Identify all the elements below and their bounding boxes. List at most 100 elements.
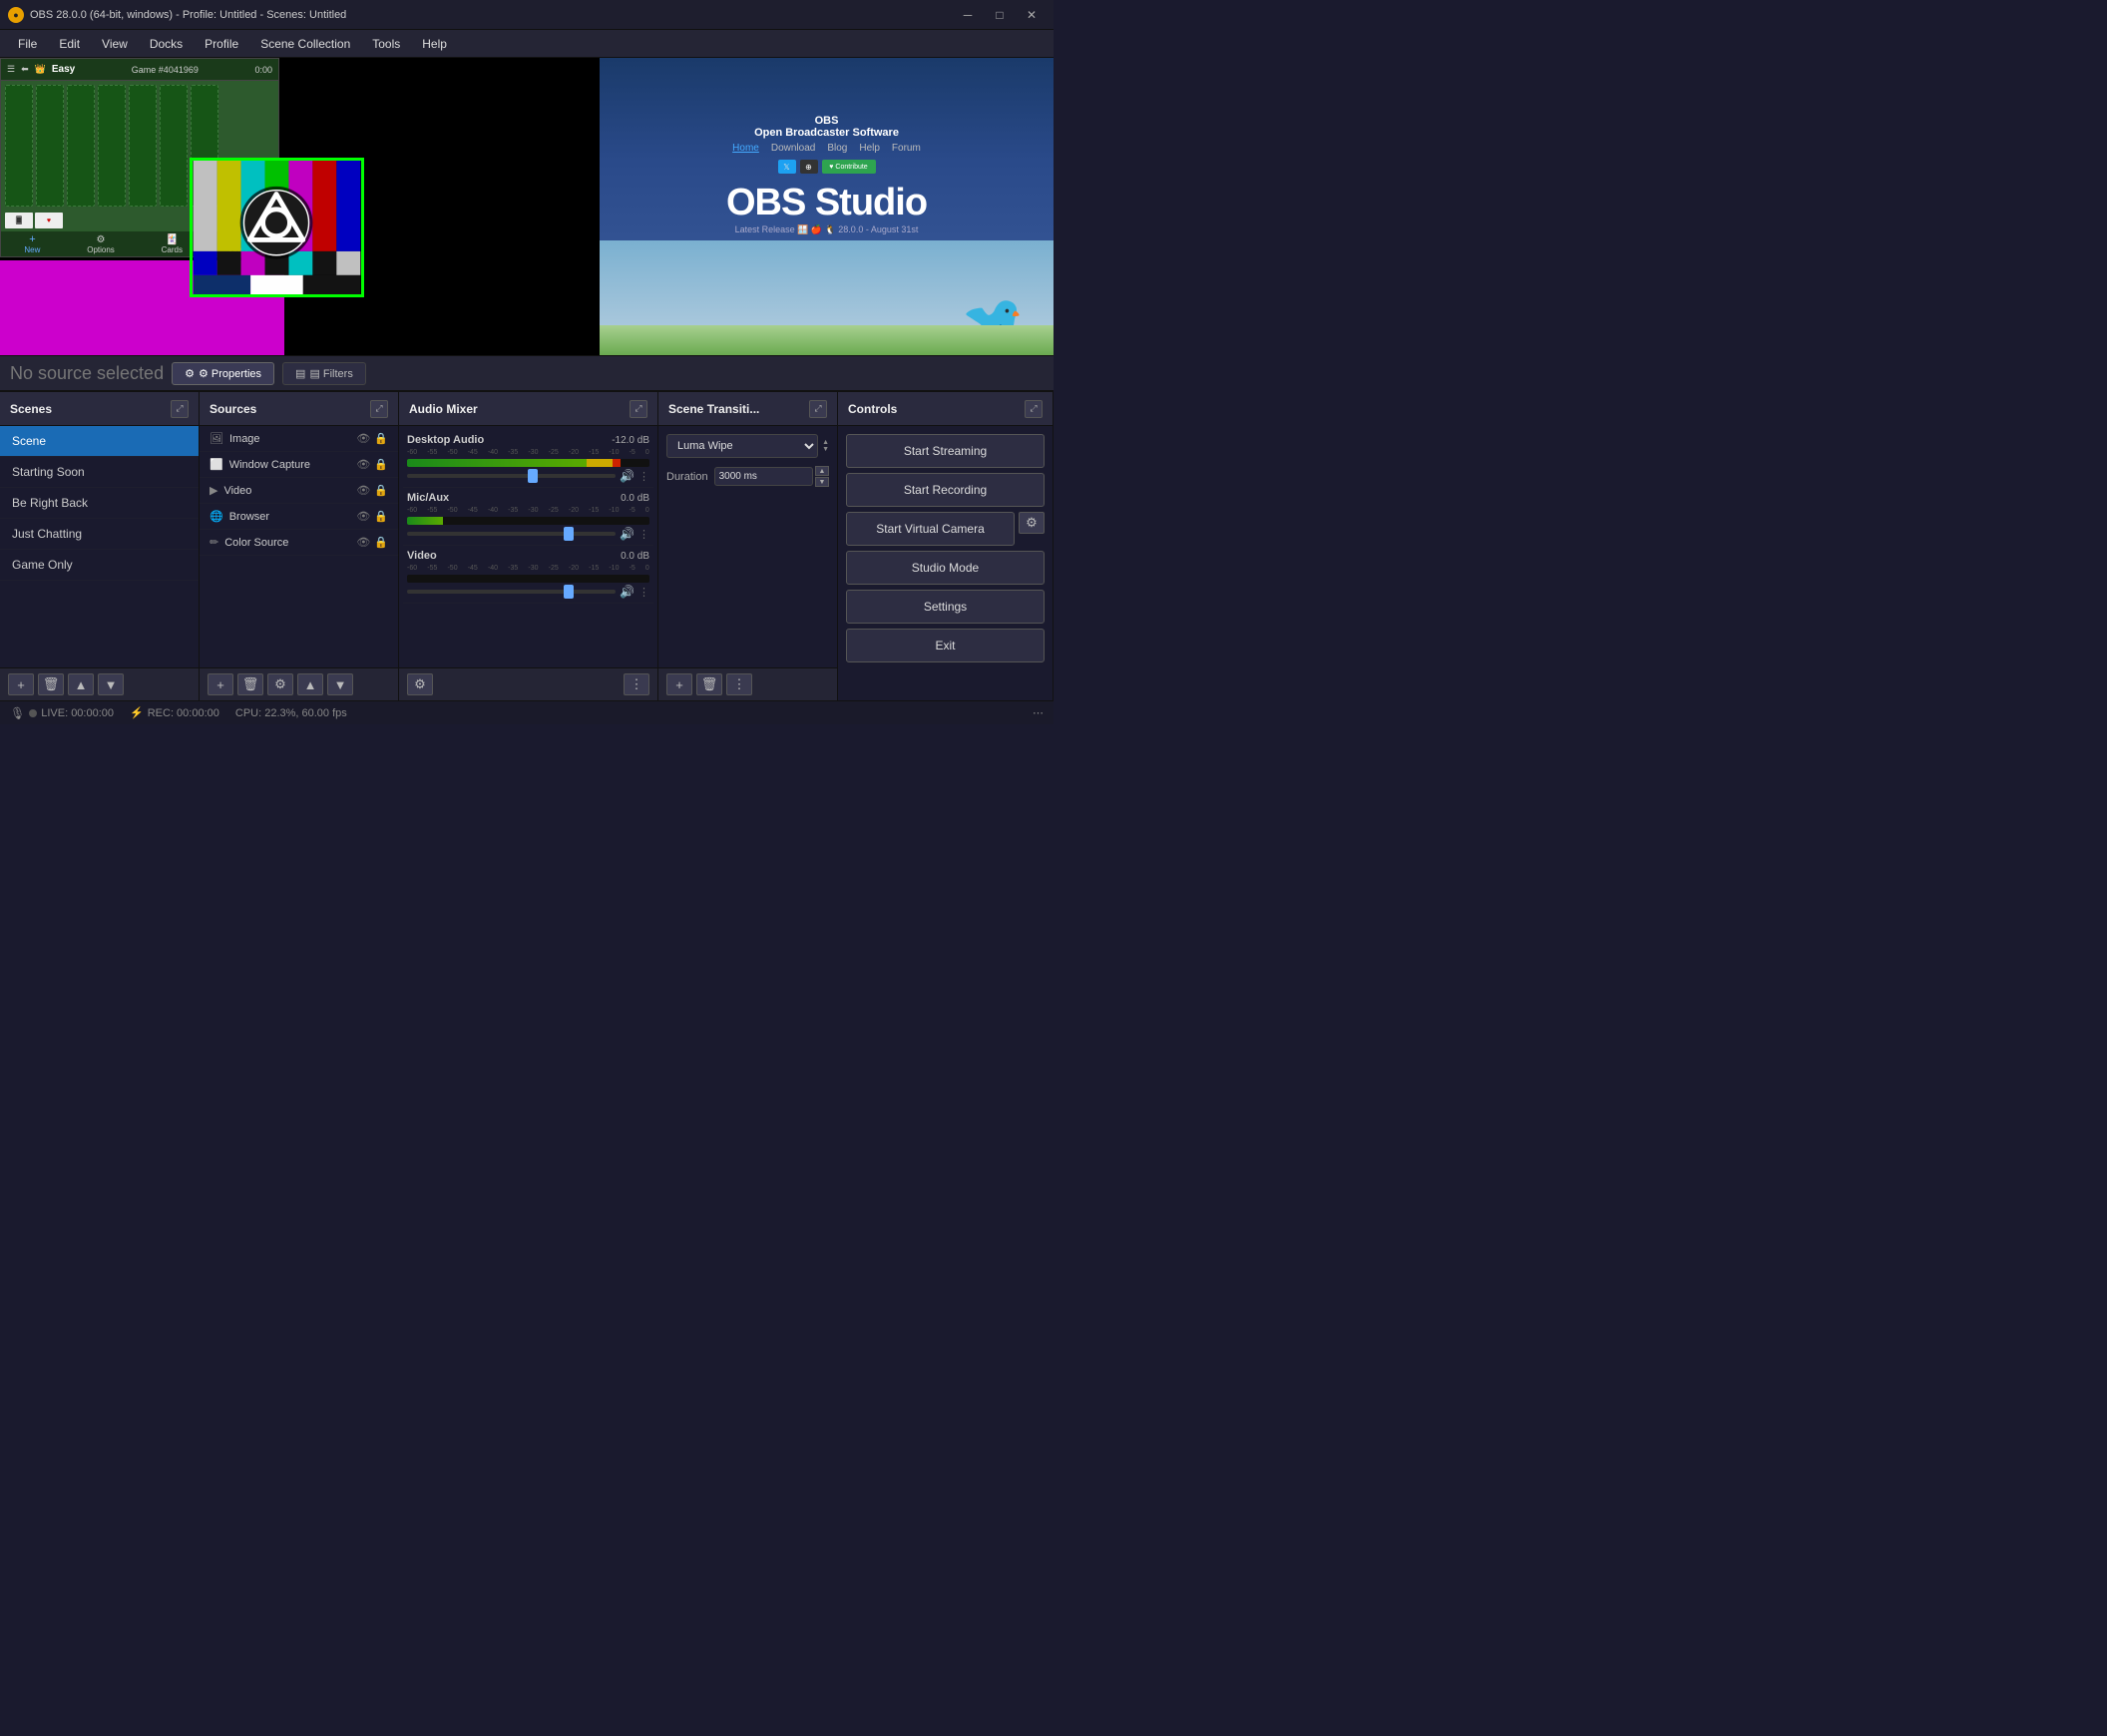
add-source-button[interactable]: + <box>208 673 233 695</box>
source-item-video[interactable]: ▶ Video 👁 🔒 <box>200 478 398 504</box>
no-source-label: No source selected <box>10 363 164 384</box>
menu-docks[interactable]: Docks <box>140 34 193 54</box>
remove-transition-button[interactable]: 🗑 <box>696 673 722 695</box>
audio-settings-button[interactable]: ⚙ <box>407 673 433 695</box>
source-item-window-capture[interactable]: ⬜ Window Capture 👁 🔒 <box>200 452 398 478</box>
remove-source-button[interactable]: 🗑 <box>237 673 263 695</box>
duration-up-button[interactable]: ▲ <box>815 466 829 476</box>
scene-item-scene[interactable]: Scene <box>0 426 199 457</box>
titlebar: ● OBS 28.0.0 (64-bit, windows) - Profile… <box>0 0 1054 30</box>
desktop-mute-button[interactable]: 🔊 <box>620 469 634 483</box>
virtual-camera-settings-button[interactable]: ⚙ <box>1019 512 1045 534</box>
controls-content: Start Streaming Start Recording Start Vi… <box>838 426 1053 700</box>
color-bars-source <box>190 158 364 297</box>
minimize-button[interactable]: ─ <box>954 5 982 25</box>
menu-help[interactable]: Help <box>412 34 457 54</box>
transition-select[interactable]: Luma Wipe Cut Fade Swipe Slide Stinger F… <box>666 434 818 458</box>
source-visible-icon[interactable]: 👁 <box>356 484 370 497</box>
start-recording-button[interactable]: Start Recording <box>846 473 1045 507</box>
source-item-color-source[interactable]: ✏ Color Source 👁 🔒 <box>200 530 398 556</box>
audio-mixer-panel: Audio Mixer ⤢ Desktop Audio -12.0 dB -60… <box>399 392 658 700</box>
add-transition-button[interactable]: + <box>666 673 692 695</box>
menu-edit[interactable]: Edit <box>49 34 90 54</box>
settings-button[interactable]: Settings <box>846 590 1045 624</box>
mic-mute-button[interactable]: 🔊 <box>620 527 634 541</box>
source-lock-icon[interactable]: 🔒 <box>374 510 388 523</box>
scene-item-just-chatting[interactable]: Just Chatting <box>0 519 199 550</box>
controls-panel-title: Controls <box>848 402 897 416</box>
transition-more-options[interactable]: ⋮ <box>726 673 752 695</box>
sources-panel-header: Sources ⤢ <box>200 392 398 426</box>
menu-view[interactable]: View <box>92 34 138 54</box>
transitions-panel-expand[interactable]: ⤢ <box>809 400 827 418</box>
controls-panel-expand[interactable]: ⤢ <box>1025 400 1043 418</box>
source-visible-icon[interactable]: 👁 <box>356 432 370 445</box>
desktop-audio-label: Desktop Audio <box>407 434 484 446</box>
source-visible-icon[interactable]: 👁 <box>356 458 370 471</box>
resize-handle[interactable]: ⋯ <box>1033 706 1044 719</box>
titlebar-title: OBS 28.0.0 (64-bit, windows) - Profile: … <box>30 9 346 21</box>
scene-item-be-right-back[interactable]: Be Right Back <box>0 488 199 519</box>
properties-button[interactable]: ⚙ ⚙ Properties <box>172 362 274 385</box>
video-audio-meter <box>407 575 649 583</box>
source-lock-icon[interactable]: 🔒 <box>374 484 388 497</box>
menu-tools[interactable]: Tools <box>362 34 410 54</box>
controls-panel-header: Controls ⤢ <box>838 392 1053 426</box>
window-capture-icon: ⬜ <box>210 458 223 471</box>
move-scene-down-button[interactable]: ▼ <box>98 673 124 695</box>
start-streaming-button[interactable]: Start Streaming <box>846 434 1045 468</box>
browser-source-icon: 🌐 <box>210 510 223 523</box>
duration-label: Duration <box>666 471 708 483</box>
source-item-browser[interactable]: 🌐 Browser 👁 🔒 <box>200 504 398 530</box>
desktop-audio-fader[interactable] <box>407 474 616 478</box>
scene-item-game-only[interactable]: Game Only <box>0 550 199 581</box>
audio-panel-expand[interactable]: ⤢ <box>630 400 647 418</box>
duration-input[interactable] <box>714 467 813 486</box>
source-item-browser-label: Browser <box>229 511 269 523</box>
desktop-audio-options[interactable]: ⋮ <box>638 470 649 483</box>
close-button[interactable]: ✕ <box>1018 5 1046 25</box>
start-virtual-camera-button[interactable]: Start Virtual Camera <box>846 512 1015 546</box>
menubar: File Edit View Docks Profile Scene Colle… <box>0 30 1054 58</box>
bird-image: 🐦 <box>600 240 1054 355</box>
source-visible-icon[interactable]: 👁 <box>356 510 370 523</box>
live-time-label: LIVE: 00:00:00 <box>41 707 114 719</box>
sources-panel-expand[interactable]: ⤢ <box>370 400 388 418</box>
maximize-button[interactable]: □ <box>986 5 1014 25</box>
video-mute-button[interactable]: 🔊 <box>620 585 634 599</box>
studio-mode-button[interactable]: Studio Mode <box>846 551 1045 585</box>
source-lock-icon[interactable]: 🔒 <box>374 432 388 445</box>
source-settings-button[interactable]: ⚙ <box>267 673 293 695</box>
move-source-down-button[interactable]: ▼ <box>327 673 353 695</box>
video-audio-fader[interactable] <box>407 590 616 594</box>
source-visible-icon[interactable]: 👁 <box>356 536 370 549</box>
mic-aux-fader[interactable] <box>407 532 616 536</box>
filters-button[interactable]: ▤ ▤ Filters <box>282 362 366 385</box>
menu-file[interactable]: File <box>8 34 47 54</box>
remove-scene-button[interactable]: 🗑 <box>38 673 64 695</box>
source-lock-icon[interactable]: 🔒 <box>374 458 388 471</box>
audio-track-list: Desktop Audio -12.0 dB -60-55-50-45-40-3… <box>399 426 657 667</box>
desktop-audio-db: -12.0 dB <box>612 435 649 446</box>
source-item-image[interactable]: 🖼 Image 👁 🔒 <box>200 426 398 452</box>
exit-button[interactable]: Exit <box>846 629 1045 662</box>
source-lock-icon[interactable]: 🔒 <box>374 536 388 549</box>
scenes-panel-expand[interactable]: ⤢ <box>171 400 189 418</box>
add-scene-button[interactable]: + <box>8 673 34 695</box>
microphone-slash-icon: 🎙 <box>10 706 25 720</box>
audio-panel-header: Audio Mixer ⤢ <box>399 392 657 426</box>
video-audio-options[interactable]: ⋮ <box>638 586 649 599</box>
source-item-window-label: Window Capture <box>229 459 310 471</box>
audio-panel-footer: ⚙ ⋮ <box>399 667 657 700</box>
record-icon: ⚡ <box>130 706 144 719</box>
rec-time-label: REC: 00:00:00 <box>148 707 219 719</box>
scene-item-starting-soon[interactable]: Starting Soon <box>0 457 199 488</box>
mic-audio-options[interactable]: ⋮ <box>638 528 649 541</box>
move-source-up-button[interactable]: ▲ <box>297 673 323 695</box>
move-scene-up-button[interactable]: ▲ <box>68 673 94 695</box>
menu-profile[interactable]: Profile <box>195 34 248 54</box>
audio-more-options[interactable]: ⋮ <box>624 673 649 695</box>
cpu-indicator: CPU: 22.3%, 60.00 fps <box>235 707 347 719</box>
menu-scene-collection[interactable]: Scene Collection <box>250 34 360 54</box>
duration-down-button[interactable]: ▼ <box>815 477 829 487</box>
